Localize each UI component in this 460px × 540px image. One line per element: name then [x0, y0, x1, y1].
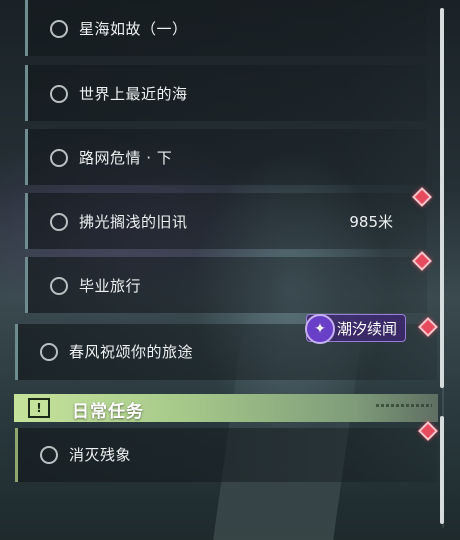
quest-accent-bar — [15, 428, 18, 482]
scrollbar-thumb-secondary[interactable] — [440, 416, 444, 524]
quest-title: 消灭残象 — [69, 446, 132, 464]
quest-status-circle-icon — [40, 343, 58, 361]
quest-item[interactable]: 毕业旅行 — [25, 257, 427, 313]
quest-status-circle-icon — [40, 446, 58, 464]
quest-title: 星海如故（一） — [79, 20, 188, 38]
quest-item[interactable]: 拂光搁浅的旧讯 985米 — [25, 193, 427, 249]
exclamation-icon: ! — [28, 398, 50, 418]
quest-title: 拂光搁浅的旧讯 — [79, 213, 188, 231]
quest-status-circle-icon — [50, 20, 68, 38]
quest-accent-bar — [25, 129, 28, 185]
quest-item[interactable]: 世界上最近的海 — [25, 65, 427, 121]
quest-status-circle-icon — [50, 213, 68, 231]
tide-news-tag: ✦ 潮汐续闻 — [305, 314, 406, 344]
quest-title: 春风祝颂你的旅途 — [69, 343, 194, 361]
quest-title: 路网危情 · 下 — [79, 149, 173, 167]
quest-accent-bar — [25, 257, 28, 313]
daily-section-header[interactable]: ! 日常任务 — [14, 394, 438, 422]
quest-accent-bar — [25, 193, 28, 249]
section-decoration — [376, 404, 432, 407]
quest-accent-bar — [25, 0, 28, 56]
scrollbar-thumb[interactable] — [440, 8, 444, 388]
quest-title: 世界上最近的海 — [79, 85, 188, 103]
quest-status-circle-icon — [50, 277, 68, 295]
quest-item[interactable]: 路网危情 · 下 — [25, 129, 427, 185]
daily-quest-item[interactable]: 消灭残象 — [15, 428, 437, 482]
quest-status-circle-icon — [50, 85, 68, 103]
quest-distance: 985米 — [349, 213, 393, 231]
tag-label: 潮汐续闻 — [337, 320, 398, 338]
quest-accent-bar — [15, 324, 18, 380]
section-title: 日常任务 — [72, 402, 144, 422]
quest-accent-bar — [25, 65, 28, 121]
quest-item[interactable]: 星海如故（一） — [25, 0, 427, 56]
quest-status-circle-icon — [50, 149, 68, 167]
sparkle-icon: ✦ — [305, 314, 335, 344]
quest-title: 毕业旅行 — [79, 277, 142, 295]
